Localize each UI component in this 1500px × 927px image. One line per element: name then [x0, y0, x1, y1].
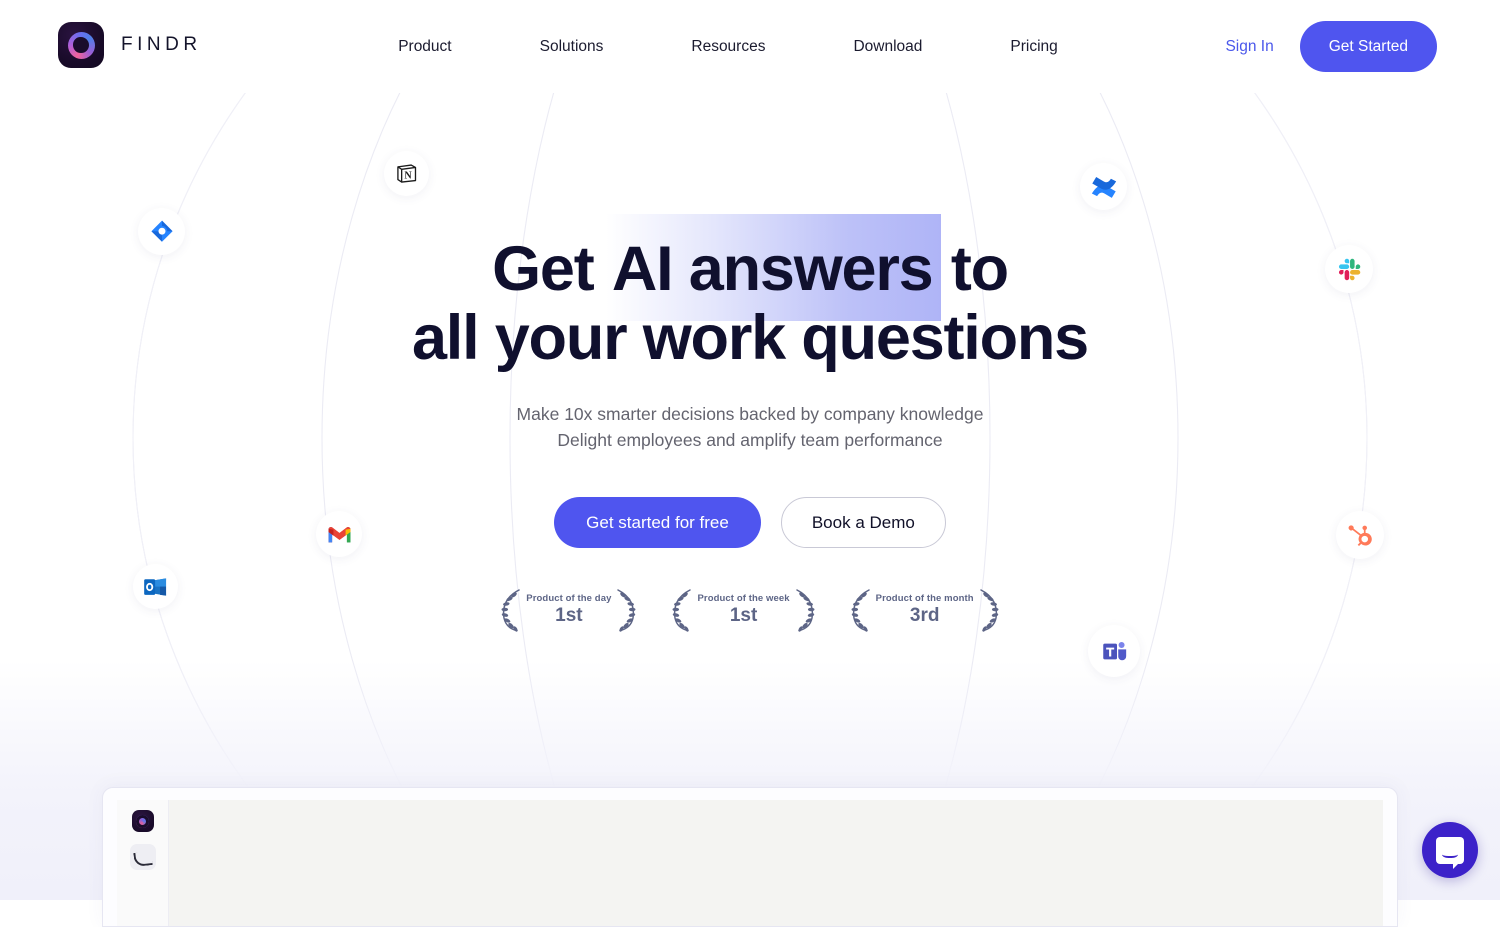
laurel-left-icon	[847, 588, 873, 632]
outlook-icon[interactable]	[133, 564, 178, 609]
hero-subtitle: Make 10x smarter decisions backed by com…	[0, 402, 1500, 453]
header-actions: Sign In Get Started	[1225, 21, 1437, 72]
subtitle-line-2: Delight employees and amplify team perfo…	[0, 428, 1500, 454]
get-started-button[interactable]: Get Started	[1300, 21, 1437, 72]
subtitle-line-1: Make 10x smarter decisions backed by com…	[0, 402, 1500, 428]
preview-app-logo-icon	[132, 810, 154, 832]
nav-item-solutions[interactable]: Solutions	[540, 28, 604, 66]
product-screenshot-preview	[102, 787, 1398, 927]
brand-name: FINDR	[121, 34, 202, 56]
get-started-free-button[interactable]: Get started for free	[554, 497, 761, 548]
headline-post: to	[935, 234, 1008, 304]
badge-rank: 1st	[526, 605, 611, 627]
site-header: Product Solutions Resources Download Pri…	[0, 0, 1500, 93]
nav-item-resources[interactable]: Resources	[691, 28, 765, 66]
laurel-right-icon	[614, 588, 640, 632]
badge-product-of-the-day: Product of the day 1st	[497, 588, 640, 632]
preview-sidebar	[117, 800, 169, 926]
sign-in-link[interactable]: Sign In	[1225, 38, 1273, 56]
preview-nav-chip-icon	[130, 844, 156, 870]
brand-logo[interactable]: FINDR	[58, 22, 202, 68]
headline-pre: Get	[492, 234, 610, 304]
laurel-right-icon	[793, 588, 819, 632]
headline-line-2: all your work questions	[0, 304, 1500, 373]
badge-title: Product of the month	[876, 593, 974, 604]
headline-highlight: AI answers	[610, 235, 935, 304]
badge-product-of-the-week: Product of the week 1st	[668, 588, 818, 632]
gmail-icon[interactable]	[316, 511, 362, 557]
intercom-chat-icon[interactable]	[1422, 822, 1478, 878]
confluence-icon[interactable]	[1080, 163, 1127, 210]
laurel-left-icon	[497, 588, 523, 632]
award-badges: Product of the day 1st	[0, 588, 1500, 632]
preview-main-area	[169, 800, 1383, 926]
badge-product-of-the-month: Product of the month 3rd	[847, 588, 1003, 632]
hero-section: N	[0, 93, 1500, 900]
badge-rank: 3rd	[876, 605, 974, 627]
headline-line-1: Get AI answers to	[0, 235, 1500, 304]
findr-ring-logo-icon	[58, 22, 104, 68]
chat-bubble-icon	[1436, 837, 1464, 864]
book-demo-button[interactable]: Book a Demo	[781, 497, 946, 548]
badge-rank: 1st	[697, 605, 789, 627]
nav-item-product[interactable]: Product	[398, 28, 451, 66]
slack-icon[interactable]	[1325, 245, 1373, 293]
hubspot-icon[interactable]	[1336, 511, 1384, 559]
nav-item-download[interactable]: Download	[853, 28, 922, 66]
page-title: Get AI answers to all your work question…	[0, 235, 1500, 373]
teams-icon[interactable]	[1088, 625, 1140, 677]
badge-title: Product of the week	[697, 593, 789, 604]
badge-title: Product of the day	[526, 593, 611, 604]
notion-icon[interactable]: N	[384, 151, 429, 196]
nav-item-pricing[interactable]: Pricing	[1010, 28, 1057, 66]
jira-icon[interactable]	[138, 208, 185, 255]
laurel-left-icon	[668, 588, 694, 632]
hero-content: Get AI answers to all your work question…	[0, 93, 1500, 632]
svg-text:N: N	[404, 171, 412, 182]
hero-cta-row: Get started for free Book a Demo	[0, 497, 1500, 548]
laurel-right-icon	[977, 588, 1003, 632]
